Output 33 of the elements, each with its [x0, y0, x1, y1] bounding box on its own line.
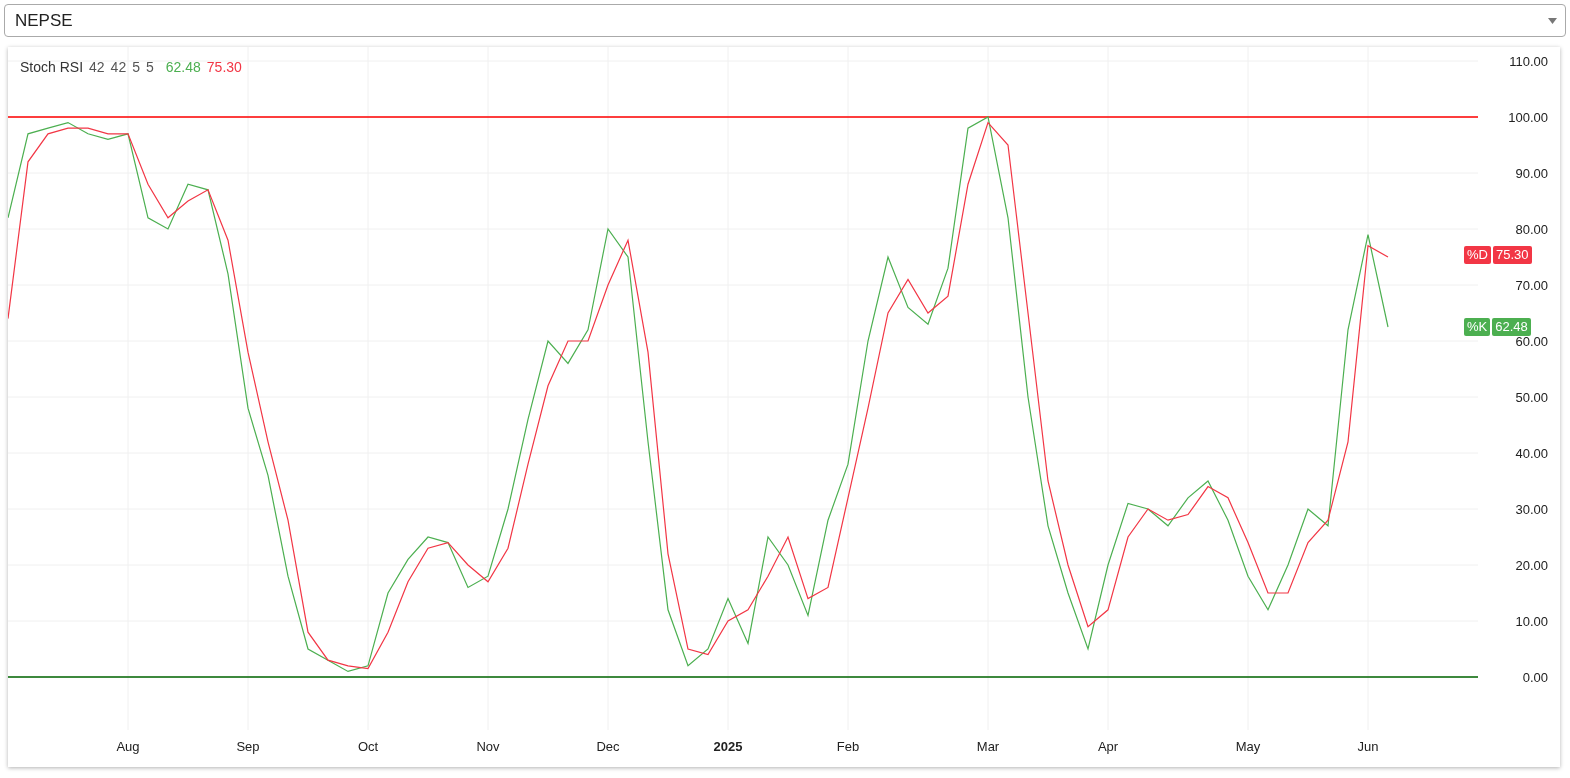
indicator-parameter: 42: [89, 59, 105, 75]
axis-label: 0.00: [1522, 669, 1548, 685]
axis-label: May: [1235, 739, 1261, 754]
axis-label: 20.00: [1515, 557, 1548, 573]
indicator-parameter: 5: [132, 59, 140, 75]
axis-label: Feb: [836, 739, 860, 754]
axis-label: Apr: [1097, 739, 1119, 754]
series-tag: %D: [1464, 246, 1491, 265]
price-tag: 62.48: [1492, 318, 1531, 337]
axis-label: Jun: [1357, 739, 1379, 754]
axis-label: Mar: [976, 739, 1000, 754]
axis-label: 2025: [713, 739, 743, 754]
axis-label: Oct: [357, 739, 379, 754]
axis-label: 100.00: [1508, 109, 1548, 125]
axis-label: Sep: [236, 739, 260, 754]
axis-label: 110.00: [1509, 53, 1548, 69]
axis-label: Aug: [116, 739, 140, 754]
indicator-parameter: 5: [146, 59, 154, 75]
axis-label: 40.00: [1515, 445, 1548, 461]
indicator-value: 62.48: [165, 59, 201, 75]
indicator-parameter: 42: [110, 59, 127, 75]
axis-label: 30.00: [1515, 501, 1548, 517]
axis-label: Dec: [596, 739, 620, 754]
indicator-name: Stoch RSI: [20, 59, 84, 75]
series-tag: %K: [1464, 318, 1491, 337]
axis-label: Nov: [476, 739, 500, 754]
axis-label: 10.00: [1515, 613, 1548, 629]
axis-label: 90.00: [1515, 165, 1548, 181]
axis-label: 50.00: [1515, 389, 1548, 405]
axis-label: 70.00: [1515, 277, 1548, 293]
price-tag: 75.30: [1492, 246, 1532, 265]
axis-label: 80.00: [1515, 221, 1548, 237]
indicator-value: 75.30: [206, 59, 242, 75]
